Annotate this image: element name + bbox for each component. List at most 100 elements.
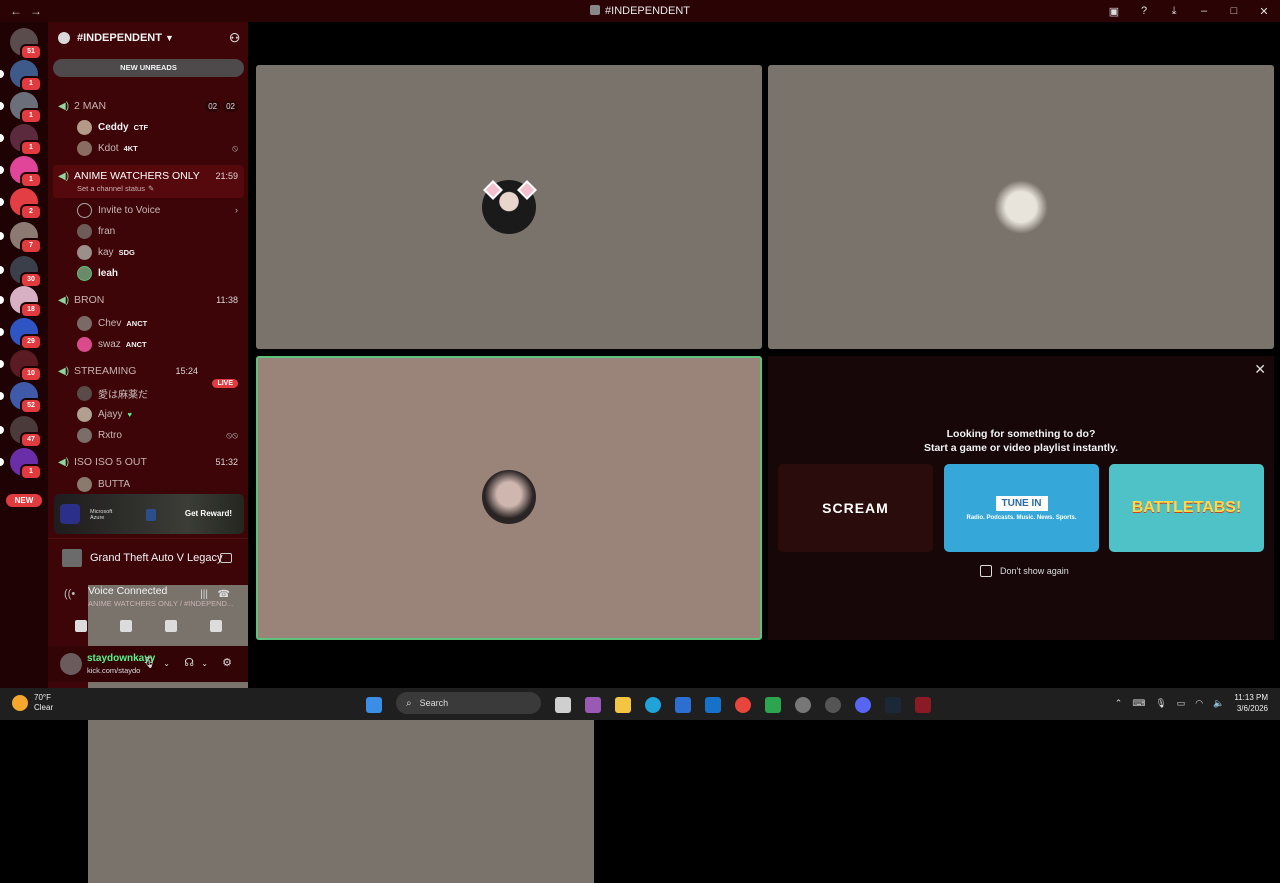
add-user-icon[interactable]: ⚇ <box>229 31 240 45</box>
voice-user[interactable]: kay SDG <box>48 242 248 262</box>
participant-tile[interactable] <box>768 65 1274 349</box>
clock[interactable]: 11:13 PM 3/6/2026 <box>1234 692 1268 714</box>
voice-user[interactable]: leah <box>48 263 248 283</box>
server-item[interactable]: 30 <box>0 256 42 288</box>
voice-user[interactable]: BUTTA <box>48 474 248 494</box>
participant-tile-speaking[interactable] <box>256 356 762 640</box>
display-icon[interactable]: ▭ <box>1177 698 1186 709</box>
voice-user[interactable]: Ajayy ♥ <box>48 404 248 424</box>
minimize-button[interactable]: – <box>1196 5 1212 17</box>
chevron-up-icon[interactable]: ⌃ <box>1115 698 1123 709</box>
voice-user[interactable]: Ceddy CTF <box>48 117 248 137</box>
avatar <box>77 476 92 492</box>
settings-gear-icon[interactable]: ⚙ <box>222 656 232 669</box>
activity-card-scream[interactable]: SCREAM <box>778 464 933 552</box>
clan-tag: ANCT <box>125 339 147 349</box>
download-icon[interactable]: ⤓ <box>1166 5 1182 18</box>
chevron-right-icon: › <box>235 205 238 215</box>
server-item[interactable]: 47 <box>0 416 42 448</box>
wifi-icon[interactable]: ◠ <box>1195 698 1203 709</box>
voice-user[interactable]: Chev ANCT <box>48 313 248 333</box>
noise-suppression-icon[interactable]: ||| <box>200 589 208 600</box>
avatar <box>77 336 92 352</box>
screen-share-icon[interactable] <box>119 620 132 632</box>
activities-icon[interactable] <box>164 620 177 632</box>
server-header[interactable]: #INDEPENDENT ▼ ⚇ <box>48 22 248 54</box>
voice-channel-bron[interactable]: ◀) BRON 11:38 <box>48 290 248 310</box>
soundboard-icon[interactable] <box>209 620 222 632</box>
edge-icon[interactable] <box>645 696 661 713</box>
close-button[interactable]: ✕ <box>1256 5 1272 18</box>
server-item[interactable]: 1 <box>0 156 42 188</box>
store-icon[interactable] <box>675 696 691 713</box>
get-reward-button[interactable]: Get Reward! <box>185 509 232 518</box>
chevron-down-icon[interactable]: ⌄ <box>201 659 208 668</box>
voice-user[interactable]: Rxtro ⦸⦸ <box>48 425 248 445</box>
voice-user[interactable]: swaz ANCT <box>48 334 248 354</box>
participant-tile[interactable] <box>256 65 762 349</box>
dont-show-again[interactable]: Don't show again <box>980 565 1069 577</box>
server-item[interactable]: 10 <box>0 350 42 382</box>
microphone-icon[interactable]: 🎙 <box>142 656 156 669</box>
activity-card-battletabs[interactable]: BATTLETABS! <box>1109 464 1264 552</box>
steam-icon[interactable] <box>885 696 901 713</box>
stream-game-icon[interactable] <box>220 552 232 563</box>
forward-arrow-icon[interactable]: → <box>30 4 42 18</box>
camera-off-icon[interactable] <box>74 620 87 632</box>
taskbar-search[interactable]: ⌕ Search <box>396 692 541 714</box>
muted-deafened-icon: ⦸⦸ <box>226 429 238 440</box>
server-item[interactable]: 18 <box>0 286 42 318</box>
new-unreads-banner[interactable]: NEW UNREADS <box>53 59 244 77</box>
server-home[interactable]: 51 <box>10 28 42 60</box>
network-icon[interactable]: ⌨ <box>1132 698 1145 709</box>
voice-channel-anime[interactable]: ◀) ANIME WATCHERS ONLY 21:59 <box>48 166 248 186</box>
chevron-down-icon[interactable]: ⌄ <box>163 659 170 668</box>
server-item[interactable]: 1 <box>0 448 42 480</box>
activity-card-tunein[interactable]: TUNE IN Radio. Podcasts. Music. News. Sp… <box>944 464 1099 552</box>
voice-user[interactable]: Kdot 4KT ⦸ <box>48 138 248 158</box>
voice-channel-iso[interactable]: ◀) ISO ISO 5 OUT 51:32 <box>48 452 248 472</box>
server-item[interactable]: 7 <box>0 222 42 254</box>
channel-status[interactable]: Set a channel status ✎ <box>48 184 248 193</box>
server-item[interactable]: 2 <box>0 188 42 220</box>
app-icon[interactable] <box>765 696 781 713</box>
close-icon[interactable]: ✕ <box>1254 361 1266 378</box>
app-icon[interactable] <box>795 696 811 713</box>
server-list: 51 1 1 1 1 2 7 30 18 29 10 52 47 1 NEW <box>0 22 48 688</box>
back-arrow-icon[interactable]: ← <box>10 4 22 18</box>
file-explorer-icon[interactable] <box>615 696 631 713</box>
headphones-icon[interactable]: ☊ <box>184 656 194 669</box>
app-icon[interactable] <box>825 696 841 713</box>
speaker-icon: ◀) <box>58 294 70 306</box>
windows-taskbar: 70°F Clear ⌕ Search ⌃ ⌨ 🎙 ▭ ◠ 🔈 11:13 PM 3/… <box>0 688 1280 720</box>
server-item[interactable]: 29 <box>0 318 42 350</box>
weather-widget[interactable]: 70°F Clear <box>12 693 53 713</box>
task-view-icon[interactable] <box>555 696 571 713</box>
server-item[interactable]: 1 <box>0 124 42 156</box>
disconnect-icon[interactable]: ☎ <box>218 589 230 600</box>
maximize-button[interactable]: □ <box>1226 5 1242 17</box>
voice-user[interactable]: fran <box>48 221 248 241</box>
new-servers-pill[interactable]: NEW <box>6 494 42 507</box>
server-item[interactable]: 1 <box>0 92 42 124</box>
voice-user[interactable]: 愛は麻薬だ <box>48 383 248 403</box>
checkbox[interactable] <box>980 565 992 577</box>
activity-suggestions: ✕ Looking for something to do? Start a g… <box>768 356 1274 640</box>
activity-panel[interactable]: Grand Theft Auto V Legacy <box>48 538 248 576</box>
server-item[interactable]: 52 <box>0 382 42 414</box>
volume-icon[interactable]: 🔈 <box>1213 698 1224 709</box>
discord-icon[interactable] <box>855 696 871 713</box>
avatar[interactable] <box>60 653 82 675</box>
invite-to-voice[interactable]: Invite to Voice › <box>48 200 248 220</box>
app-icon[interactable] <box>915 696 931 713</box>
chrome-icon[interactable] <box>735 696 751 713</box>
start-icon[interactable] <box>366 696 382 713</box>
mic-icon[interactable]: 🎙 <box>1155 698 1166 709</box>
help-icon[interactable]: ? <box>1136 5 1152 17</box>
voice-channel-2man[interactable]: ◀) 2 MAN 02 02 <box>48 96 248 116</box>
screen-share-icon[interactable]: ▣ <box>1106 5 1122 18</box>
copilot-icon[interactable] <box>585 696 601 713</box>
quest-promo-banner[interactable]: Microsoft Azure Get Reward! <box>54 494 244 534</box>
outlook-icon[interactable] <box>705 696 721 713</box>
server-item[interactable]: 1 <box>0 60 42 92</box>
